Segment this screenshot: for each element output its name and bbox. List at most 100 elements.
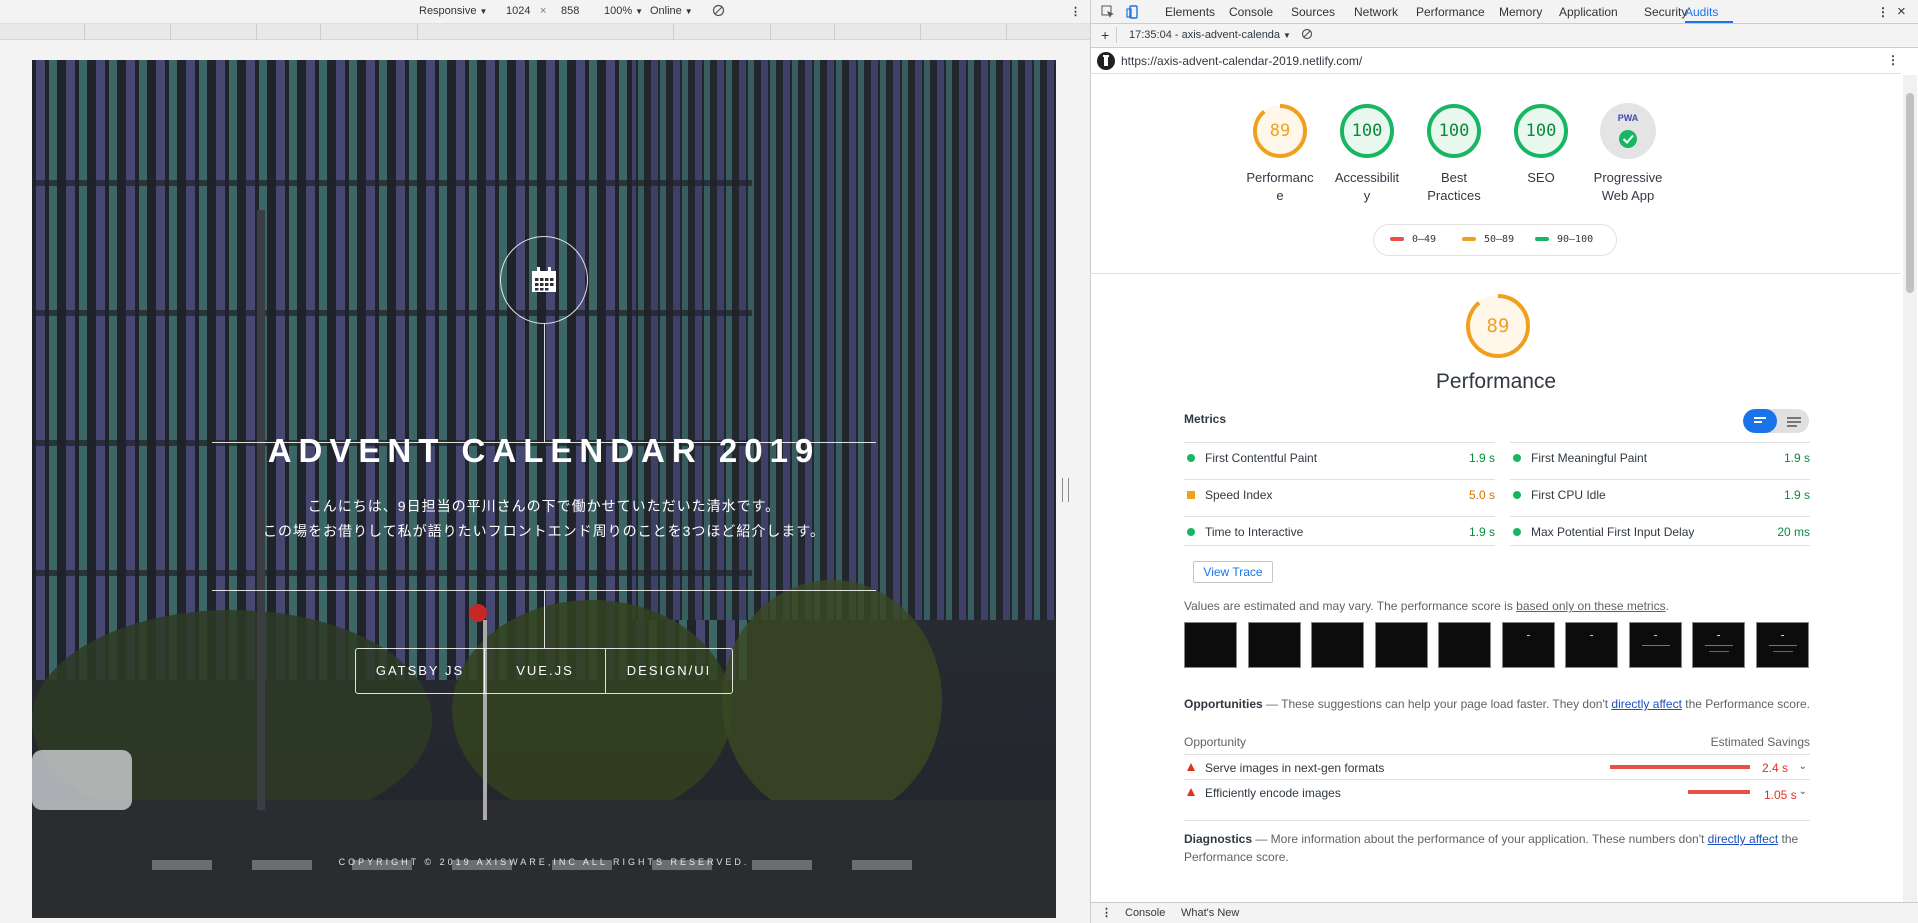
legend-label: 90–100 — [1557, 234, 1594, 245]
ruler-mark — [417, 24, 418, 40]
chevron-down-icon[interactable]: ⌄ — [1799, 761, 1807, 772]
directly-affect-link[interactable]: directly affect — [1708, 832, 1778, 846]
savings-bar — [1688, 790, 1750, 794]
gauge-label: Best Practices — [1410, 169, 1498, 205]
ruler-mark — [1006, 24, 1007, 40]
metric-value: 20 ms — [1777, 525, 1810, 539]
gauge-label-line: e — [1276, 188, 1284, 203]
zoom-select[interactable]: 100% ▼ — [604, 5, 643, 17]
tab-audits[interactable]: Audits — [1685, 5, 1718, 19]
pwa-badge-icon: PWA — [1617, 113, 1639, 123]
opportunity-row-encode-images[interactable]: Efficiently encode images 1.05 s ⌄ — [1184, 779, 1810, 821]
topic-link-design[interactable]: DESIGN/UI — [605, 649, 732, 693]
height-input[interactable]: 858 — [561, 5, 579, 17]
filmstrip-frame — [1375, 622, 1428, 668]
filmstrip-frame — [1438, 622, 1491, 668]
audit-report[interactable]: 89 Performanc e 100 Accessibilit y 100 Bes… — [1091, 75, 1901, 902]
chevron-down-icon[interactable]: ⌄ — [1799, 786, 1807, 797]
clear-reports-icon[interactable] — [1301, 28, 1313, 43]
frame-detail — [1642, 645, 1670, 646]
frame-detail — [1590, 635, 1593, 636]
tab-console[interactable]: Console — [1229, 5, 1273, 19]
ruler-mark — [170, 24, 171, 40]
report-url[interactable]: https://axis-advent-calendar-2019.netlif… — [1121, 54, 1362, 68]
gauge-label: SEO — [1497, 169, 1585, 187]
media-query-ruler[interactable] — [0, 24, 1090, 40]
network-select[interactable]: Online ▼ — [650, 5, 693, 17]
metric-value: 1.9 s — [1468, 525, 1495, 539]
page-title: ADVENT CALENDAR 2019 — [267, 432, 821, 469]
devtools-tabbar: Elements Console Sources Network Perform… — [1091, 0, 1918, 24]
tab-memory[interactable]: Memory — [1499, 5, 1542, 19]
gauge-pwa[interactable]: PWA Progressive Web App — [1584, 103, 1672, 205]
chevron-down-icon: ▼ — [635, 7, 644, 16]
gauge-performance[interactable]: 89 Performanc e — [1236, 103, 1324, 205]
new-audit-icon[interactable]: + — [1101, 27, 1109, 43]
filmstrip-frame — [1502, 622, 1555, 668]
frame-detail — [1781, 635, 1784, 636]
tab-sources[interactable]: Sources — [1291, 5, 1335, 19]
tab-security[interactable]: Security — [1644, 5, 1687, 19]
metrics-view-toggle[interactable] — [1743, 409, 1809, 433]
scrollbar-thumb[interactable] — [1906, 93, 1914, 293]
report-select-label: 17:35:04 - axis-advent-calenda — [1129, 29, 1281, 41]
intro-text-line: この場をお借りして私が語りたいフロントエンド周りのことを3つほど紹介します。 — [263, 523, 825, 539]
legend-swatch — [1390, 237, 1404, 241]
report-scrollbar[interactable] — [1903, 75, 1917, 902]
description-text: — These suggestions can help your page l… — [1262, 697, 1612, 711]
calendar-icon — [532, 267, 556, 292]
metric-name: First CPU Idle — [1531, 488, 1606, 502]
zoom-select-label: 100% — [604, 5, 633, 17]
topic-link-vue[interactable]: VUE.JS — [484, 649, 605, 693]
gauge-label-line: y — [1363, 188, 1371, 203]
report-menu-icon[interactable]: ⋮ — [1887, 53, 1899, 67]
tab-application[interactable]: Application — [1559, 5, 1618, 19]
gauge-best-practices[interactable]: 100 Best Practices — [1410, 103, 1498, 205]
inspect-element-icon[interactable] — [1101, 5, 1115, 19]
calculator-link[interactable]: based only on these metrics — [1516, 599, 1665, 613]
metric-name: Time to Interactive — [1205, 525, 1304, 539]
view-trace-button[interactable]: View Trace — [1193, 561, 1273, 583]
tab-performance[interactable]: Performance — [1416, 5, 1485, 19]
more-options-icon[interactable]: ⋮ — [1070, 5, 1081, 18]
toolbar-divider — [1116, 27, 1117, 43]
tab-network[interactable]: Network — [1354, 5, 1398, 19]
viewport-resize-handle[interactable] — [1062, 478, 1069, 502]
ruler-mark — [256, 24, 257, 40]
device-select[interactable]: Responsive ▼ — [419, 5, 487, 17]
emulated-viewport[interactable]: ADVENT CALENDAR 2019 こんにちは、9日担当の平川さんの下で働… — [32, 60, 1056, 918]
pass-indicator — [1513, 454, 1521, 462]
topic-link-gatsby[interactable]: GATSBY JS — [356, 649, 484, 693]
devtools-drawer: ⋮ Console What's New — [1091, 902, 1918, 923]
rotate-icon[interactable] — [712, 4, 725, 20]
legend-label: 50–89 — [1484, 234, 1515, 245]
gauge-score: 100 — [1525, 121, 1557, 141]
gauge-accessibility[interactable]: 100 Accessibilit y — [1323, 103, 1411, 205]
metric-name: First Meaningful Paint — [1531, 451, 1648, 465]
ruler-mark — [673, 24, 674, 40]
legend-swatch — [1535, 237, 1549, 241]
opportunity-row-next-gen-formats[interactable]: Serve images in next-gen formats 2.4 s ⌄ — [1184, 754, 1810, 778]
hero-background-image — [32, 60, 1056, 918]
devtools-left-icons — [1101, 5, 1140, 19]
tab-elements[interactable]: Elements — [1165, 5, 1215, 19]
drawer-menu-icon[interactable]: ⋮ — [1101, 906, 1112, 919]
frame-detail — [1654, 635, 1657, 636]
close-icon[interactable]: × — [1897, 3, 1906, 20]
width-input[interactable]: 1024 — [506, 5, 530, 17]
gauge-score: 100 — [1438, 121, 1470, 141]
filmstrip-frame — [1565, 622, 1618, 668]
gauge-label-line: Performanc — [1246, 170, 1314, 185]
metric-value: 1.9 s — [1468, 451, 1495, 465]
gauge-seo[interactable]: 100 SEO — [1497, 103, 1585, 187]
devtools-menu-icon[interactable]: ⋮ — [1877, 5, 1889, 19]
drawer-tab-console[interactable]: Console — [1125, 907, 1165, 919]
drawer-tab-whats-new[interactable]: What's New — [1181, 907, 1239, 919]
directly-affect-link[interactable]: directly affect — [1611, 697, 1681, 711]
report-select[interactable]: 17:35:04 - axis-advent-calenda ▼ — [1129, 29, 1291, 41]
opportunity-column-header: Opportunity — [1184, 735, 1247, 749]
pass-indicator — [1513, 528, 1521, 536]
gauge-label: Performanc e — [1236, 169, 1324, 205]
device-select-label: Responsive — [419, 5, 477, 17]
device-toolbar-toggle-icon[interactable] — [1126, 5, 1140, 19]
